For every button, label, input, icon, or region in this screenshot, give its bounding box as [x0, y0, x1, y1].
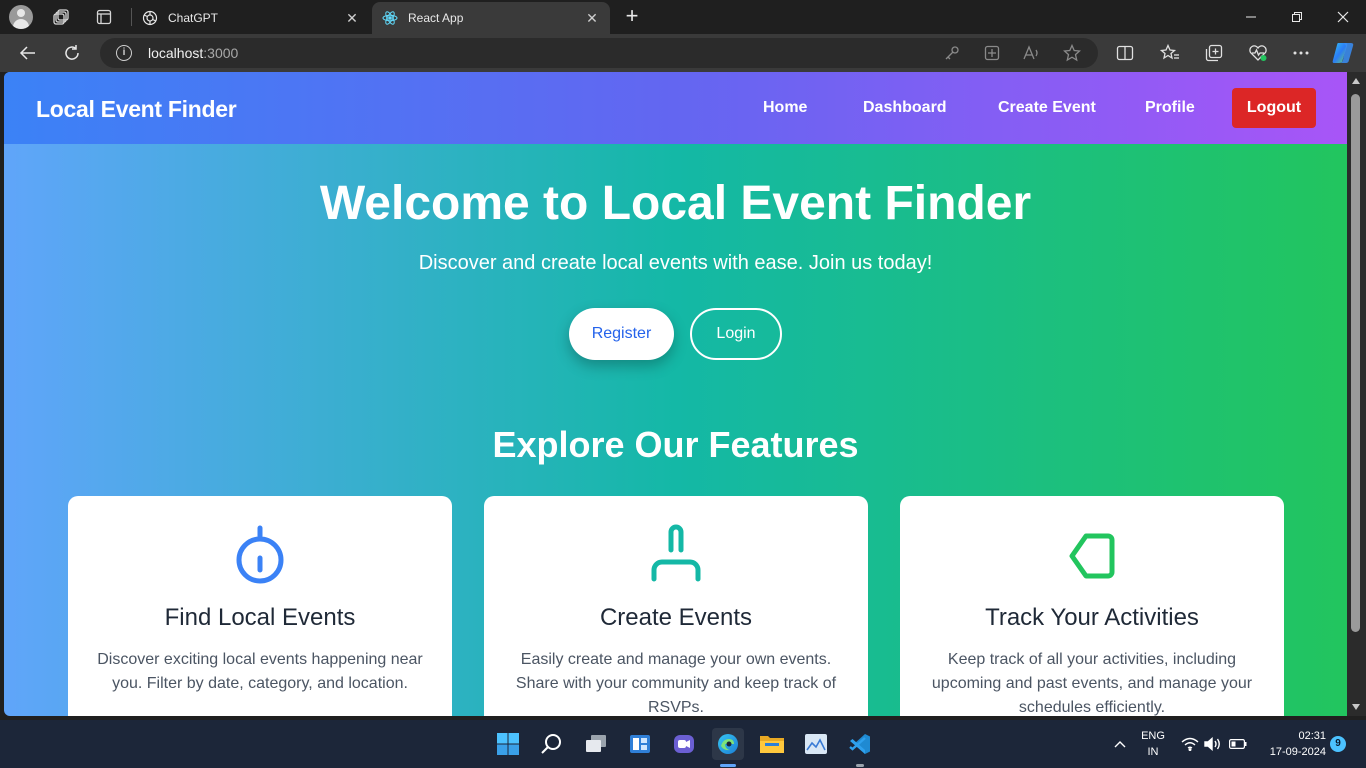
volume-icon[interactable]: [1202, 728, 1224, 760]
close-tab-icon[interactable]: ✕: [344, 10, 360, 26]
tab-title: ChatGPT: [168, 11, 219, 25]
nav-dashboard[interactable]: Dashboard: [863, 99, 947, 117]
feature-title: Track Your Activities: [985, 604, 1199, 631]
feature-card-find-events: Find Local Events Discover exciting loca…: [68, 496, 452, 716]
favorite-star-icon[interactable]: [1062, 43, 1082, 63]
edge-browser-icon[interactable]: [712, 728, 744, 760]
favorites-icon[interactable]: [1158, 41, 1182, 65]
start-icon[interactable]: [492, 728, 524, 760]
refresh-icon[interactable]: [60, 41, 84, 65]
hero-title: Welcome to Local Event Finder: [319, 177, 1032, 230]
feature-card-track-activities: Track Your Activities Keep track of all …: [900, 496, 1284, 716]
register-button[interactable]: Register: [569, 308, 674, 360]
apps-icon[interactable]: [982, 43, 1002, 63]
scroll-down-icon[interactable]: [1352, 704, 1360, 710]
collections-icon[interactable]: [1202, 41, 1226, 65]
clock-date[interactable]: 17-09-2024: [1250, 746, 1326, 758]
battery-icon[interactable]: [1226, 728, 1250, 760]
feature-description: Easily create and manage your own events…: [515, 651, 837, 716]
notification-badge[interactable]: 9: [1330, 736, 1346, 752]
browser-tab-bar: ChatGPT ✕ React App ✕ +: [0, 0, 1366, 34]
show-hidden-icons-icon[interactable]: [1104, 728, 1136, 760]
site-info-icon[interactable]: i: [116, 45, 132, 61]
page-scrollbar[interactable]: [1347, 72, 1366, 716]
file-explorer-icon[interactable]: [756, 728, 788, 760]
restore-icon[interactable]: [1274, 0, 1320, 34]
task-view-icon[interactable]: [580, 728, 612, 760]
page-viewport: Local Event Finder Home Dashboard Create…: [4, 72, 1347, 716]
wifi-icon[interactable]: [1178, 728, 1202, 760]
feature-description: Discover exciting local events happening…: [97, 651, 423, 692]
tab-react-app[interactable]: React App ✕: [372, 2, 610, 34]
active-app-indicator: [720, 764, 736, 767]
nav-profile[interactable]: Profile: [1145, 99, 1195, 117]
clock-time[interactable]: 02:31: [1258, 730, 1326, 742]
browser-essentials-icon[interactable]: [1246, 41, 1270, 65]
scrollbar-thumb[interactable]: [1351, 94, 1360, 632]
workspaces-icon[interactable]: [50, 5, 74, 29]
new-tab-icon[interactable]: +: [620, 5, 644, 29]
hero-subtitle: Discover and create local events with ea…: [418, 252, 933, 274]
copilot-icon[interactable]: [1331, 41, 1355, 65]
windows-taskbar: ENG IN 02:31 17-09-2024: [0, 720, 1366, 768]
browser-toolbar: i localhost:3000: [0, 34, 1366, 72]
more-options-icon[interactable]: [1289, 41, 1313, 65]
clock-icon: [68, 524, 452, 584]
language-indicator[interactable]: ENG: [1134, 730, 1172, 742]
brand-logo[interactable]: Local Event Finder: [36, 96, 237, 123]
running-app-indicator: [856, 764, 864, 767]
nav-create-event[interactable]: Create Event: [998, 99, 1096, 117]
minimize-icon[interactable]: [1228, 0, 1274, 34]
teams-chat-icon[interactable]: [668, 728, 700, 760]
logout-button[interactable]: Logout: [1232, 88, 1316, 128]
login-button[interactable]: Login: [690, 308, 782, 360]
vscode-icon[interactable]: [844, 728, 876, 760]
scroll-up-icon[interactable]: [1352, 78, 1360, 84]
nav-home[interactable]: Home: [763, 99, 807, 117]
search-icon[interactable]: [536, 728, 568, 760]
react-icon: [382, 10, 398, 26]
key-icon[interactable]: [942, 43, 962, 63]
profile-avatar[interactable]: [9, 5, 33, 29]
split-screen-icon[interactable]: [1113, 41, 1137, 65]
app-navbar: Local Event Finder Home Dashboard Create…: [4, 72, 1347, 144]
chatgpt-icon: [142, 10, 158, 26]
feature-description: Keep track of all your activities, inclu…: [931, 651, 1253, 716]
url-text[interactable]: localhost:3000: [148, 45, 238, 61]
address-bar[interactable]: i localhost:3000: [100, 38, 1098, 68]
back-arrow-icon[interactable]: [16, 41, 40, 65]
feature-card-create-events: Create Events Easily create and manage y…: [484, 496, 868, 716]
tab-actions-icon[interactable]: [92, 5, 116, 29]
close-window-icon[interactable]: [1320, 0, 1366, 34]
tab-chatgpt[interactable]: ChatGPT ✕: [132, 2, 370, 34]
close-tab-icon[interactable]: ✕: [584, 10, 600, 26]
region-indicator[interactable]: IN: [1134, 746, 1172, 758]
tab-title: React App: [408, 11, 464, 25]
tag-icon: [900, 524, 1284, 584]
feature-title: Create Events: [599, 604, 753, 631]
widgets-icon[interactable]: [624, 728, 656, 760]
read-aloud-icon[interactable]: [1022, 43, 1042, 63]
features-title: Explore Our Features: [492, 424, 859, 465]
feature-title: Find Local Events: [164, 604, 356, 631]
person-icon: [484, 524, 868, 584]
photos-icon[interactable]: [800, 728, 832, 760]
